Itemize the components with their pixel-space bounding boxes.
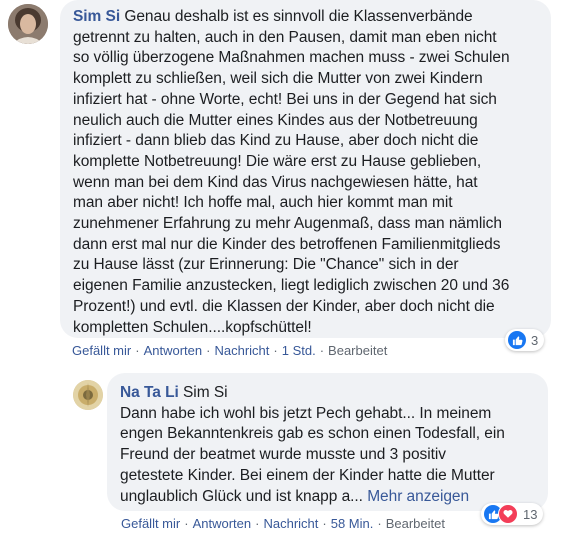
separator: ·: [206, 343, 211, 358]
separator: ·: [255, 516, 260, 531]
message-link[interactable]: Nachricht: [214, 343, 269, 358]
comment-actions: Gefällt mir · Antworten · Nachricht · 1 Std. · B…: [72, 343, 387, 358]
like-reaction-icon: [508, 331, 526, 349]
reply-text: Na Ta Li Sim Si Dann habe ich wohl bis j…: [120, 384, 505, 505]
reply-link[interactable]: Antworten: [193, 516, 252, 531]
separator: ·: [377, 516, 382, 531]
separator: ·: [184, 516, 189, 531]
separator: ·: [135, 343, 140, 358]
separator: ·: [273, 343, 278, 358]
message-link[interactable]: Nachricht: [263, 516, 318, 531]
reply-author[interactable]: Na Ta Li: [120, 384, 179, 401]
comment-bubble: Sim Si Genau deshalb ist es sinnvoll die…: [60, 0, 551, 338]
like-link[interactable]: Gefällt mir: [121, 516, 180, 531]
show-more-link[interactable]: Mehr anzeigen: [367, 488, 469, 505]
edited-label[interactable]: Bearbeitet: [328, 343, 387, 358]
comment-text: Sim Si Genau deshalb ist es sinnvoll die…: [73, 8, 510, 336]
timestamp[interactable]: 1 Std.: [282, 343, 316, 358]
reply-bubble: Na Ta Li Sim Si Dann habe ich wohl bis j…: [107, 373, 548, 511]
reply-actions: Gefällt mir · Antworten · Nachricht · 58 Min. ·…: [121, 516, 445, 531]
reaction-summary[interactable]: 13: [481, 503, 544, 525]
reaction-summary[interactable]: 3: [505, 329, 545, 351]
separator: ·: [319, 343, 325, 358]
love-reaction-icon: [498, 504, 518, 524]
na-ta-li-avatar[interactable]: [73, 380, 103, 410]
mention-tag[interactable]: Sim Si: [183, 384, 228, 401]
timestamp[interactable]: 58 Min.: [331, 516, 374, 531]
comment-author[interactable]: Sim Si: [73, 8, 120, 25]
reaction-count: 13: [523, 506, 538, 522]
reply-link[interactable]: Antworten: [144, 343, 203, 358]
sim-si-avatar[interactable]: [8, 4, 48, 44]
like-link[interactable]: Gefällt mir: [72, 343, 131, 358]
separator: ·: [322, 516, 327, 531]
reaction-count: 3: [531, 332, 539, 348]
edited-label[interactable]: Bearbeitet: [386, 516, 445, 531]
